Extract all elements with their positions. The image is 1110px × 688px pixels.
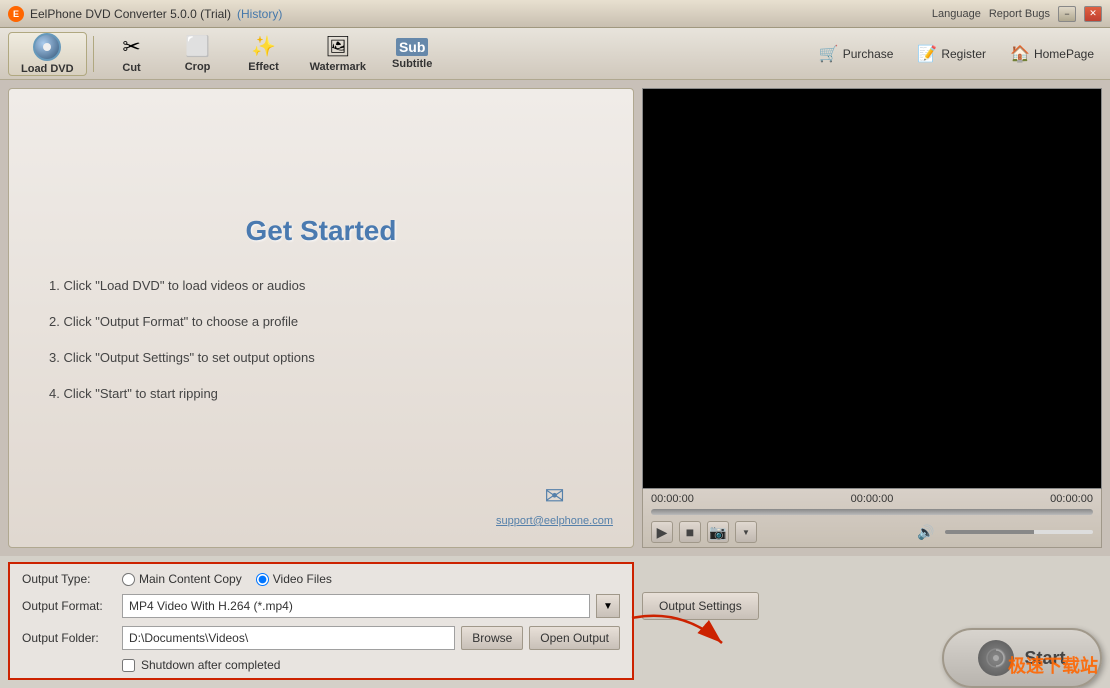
app-icon: E xyxy=(8,6,24,22)
title-bar-right: Language Report Bugs − ✕ xyxy=(932,6,1102,22)
toolbar: Load DVD ✂ Cut ⬜ Crop ✨ Effect 🖼 Waterma… xyxy=(0,28,1110,80)
toolbar-right: 🛒 Purchase 📝 Register 🏠 HomePage xyxy=(811,40,1102,68)
subtitle-button[interactable]: Sub Subtitle xyxy=(380,32,444,76)
radio-video-files[interactable]: Video Files xyxy=(256,572,332,586)
title-bar: E EelPhone DVD Converter 5.0.0 (Trial) (… xyxy=(0,0,1110,28)
play-button[interactable]: ▶ xyxy=(651,521,673,543)
cut-label: Cut xyxy=(122,62,140,74)
purchase-button[interactable]: 🛒 Purchase xyxy=(811,40,902,68)
homepage-button[interactable]: 🏠 HomePage xyxy=(1002,40,1102,68)
stop-button[interactable]: ■ xyxy=(679,521,701,543)
radio-main-copy[interactable]: Main Content Copy xyxy=(122,572,242,586)
subtitle-label: Subtitle xyxy=(392,58,432,70)
purchase-icon: 🛒 xyxy=(819,44,839,64)
time-mid: 00:00:00 xyxy=(851,493,894,505)
effect-icon: ✨ xyxy=(251,34,276,59)
history-label: (History) xyxy=(237,7,282,21)
watermark-text: 极速下载站 xyxy=(1008,652,1098,678)
effect-label: Effect xyxy=(248,61,279,73)
load-dvd-button[interactable]: Load DVD xyxy=(8,32,87,76)
volume-slider[interactable] xyxy=(945,530,1093,534)
register-icon: 📝 xyxy=(917,44,937,64)
language-link[interactable]: Language xyxy=(932,8,981,20)
watermark-label: Watermark xyxy=(310,61,366,73)
shutdown-checkbox[interactable] xyxy=(122,659,135,672)
register-label: Register xyxy=(941,47,986,61)
volume-icon: 🔊 xyxy=(917,524,934,541)
video-panel: 00:00:00 00:00:00 00:00:00 ▶ ■ 📷 ▼ 🔊 xyxy=(642,88,1102,548)
cut-icon: ✂ xyxy=(122,34,140,60)
output-type-label: Output Type: xyxy=(22,572,112,586)
browse-button[interactable]: Browse xyxy=(461,626,523,650)
bottom-area: Output Type: Main Content Copy Video Fil… xyxy=(0,556,1110,686)
purchase-label: Purchase xyxy=(843,47,894,61)
settings-box: Output Type: Main Content Copy Video Fil… xyxy=(8,562,634,680)
separator-1 xyxy=(93,36,94,72)
effect-button[interactable]: ✨ Effect xyxy=(232,32,296,76)
step-1: 1. Click "Load DVD" to load videos or au… xyxy=(49,277,613,295)
video-controls: 00:00:00 00:00:00 00:00:00 ▶ ■ 📷 ▼ 🔊 xyxy=(642,489,1102,548)
watermark-icon: 🖼 xyxy=(325,34,350,59)
video-preview xyxy=(642,88,1102,489)
minimize-button[interactable]: − xyxy=(1058,6,1076,22)
homepage-label: HomePage xyxy=(1034,47,1094,61)
snapshot-button[interactable]: 📷 xyxy=(707,521,729,543)
radio-video-files-label: Video Files xyxy=(273,572,332,586)
time-start: 00:00:00 xyxy=(651,493,694,505)
email-icon: ✉ xyxy=(544,482,564,511)
arrow-decoration xyxy=(622,608,742,668)
time-row: 00:00:00 00:00:00 00:00:00 xyxy=(651,493,1093,505)
main-content: Get Started 1. Click "Load DVD" to load … xyxy=(0,80,1110,556)
output-folder-row: Output Folder: Browse Open Output xyxy=(22,626,620,650)
open-output-button[interactable]: Open Output xyxy=(529,626,620,650)
get-started-panel: Get Started 1. Click "Load DVD" to load … xyxy=(8,88,634,548)
subtitle-icon: Sub xyxy=(396,38,428,56)
steps-list: 1. Click "Load DVD" to load videos or au… xyxy=(29,277,613,422)
crop-button[interactable]: ⬜ Crop xyxy=(166,32,230,76)
support-link[interactable]: ✉ support@eelphone.com xyxy=(496,482,613,527)
controls-row: ▶ ■ 📷 ▼ 🔊 xyxy=(651,521,1093,543)
output-format-row: Output Format: ▼ xyxy=(22,594,620,618)
close-button[interactable]: ✕ xyxy=(1084,6,1102,22)
format-select-row: ▼ xyxy=(122,594,620,618)
radio-main-copy-label: Main Content Copy xyxy=(139,572,242,586)
app-title: EelPhone DVD Converter 5.0.0 (Trial) xyxy=(30,7,231,21)
time-end: 00:00:00 xyxy=(1050,493,1093,505)
register-button[interactable]: 📝 Register xyxy=(909,40,994,68)
shutdown-label: Shutdown after completed xyxy=(141,658,280,672)
format-dropdown-button[interactable]: ▼ xyxy=(596,594,620,618)
output-type-radios: Main Content Copy Video Files xyxy=(122,572,332,586)
output-format-label: Output Format: xyxy=(22,599,112,613)
folder-input[interactable] xyxy=(122,626,455,650)
homepage-icon: 🏠 xyxy=(1010,44,1030,64)
cut-button[interactable]: ✂ Cut xyxy=(100,32,164,76)
report-bugs-link[interactable]: Report Bugs xyxy=(989,8,1050,20)
watermark-button[interactable]: 🖼 Watermark xyxy=(298,32,378,76)
crop-icon: ⬜ xyxy=(185,34,210,59)
shutdown-row: Shutdown after completed xyxy=(122,658,620,672)
step-2: 2. Click "Output Format" to choose a pro… xyxy=(49,313,613,331)
crop-label: Crop xyxy=(185,61,211,73)
step-3: 3. Click "Output Settings" to set output… xyxy=(49,349,613,367)
step-4: 4. Click "Start" to start ripping xyxy=(49,385,613,403)
output-folder-label: Output Folder: xyxy=(22,631,112,645)
format-input[interactable] xyxy=(122,594,590,618)
get-started-title: Get Started xyxy=(246,215,397,247)
folder-row: Browse Open Output xyxy=(122,626,620,650)
title-bar-left: E EelPhone DVD Converter 5.0.0 (Trial) (… xyxy=(8,6,282,22)
dropdown-button[interactable]: ▼ xyxy=(735,521,757,543)
output-type-row: Output Type: Main Content Copy Video Fil… xyxy=(22,572,620,586)
support-email: support@eelphone.com xyxy=(496,515,613,527)
progress-bar[interactable] xyxy=(651,509,1093,515)
load-dvd-label: Load DVD xyxy=(21,63,74,75)
